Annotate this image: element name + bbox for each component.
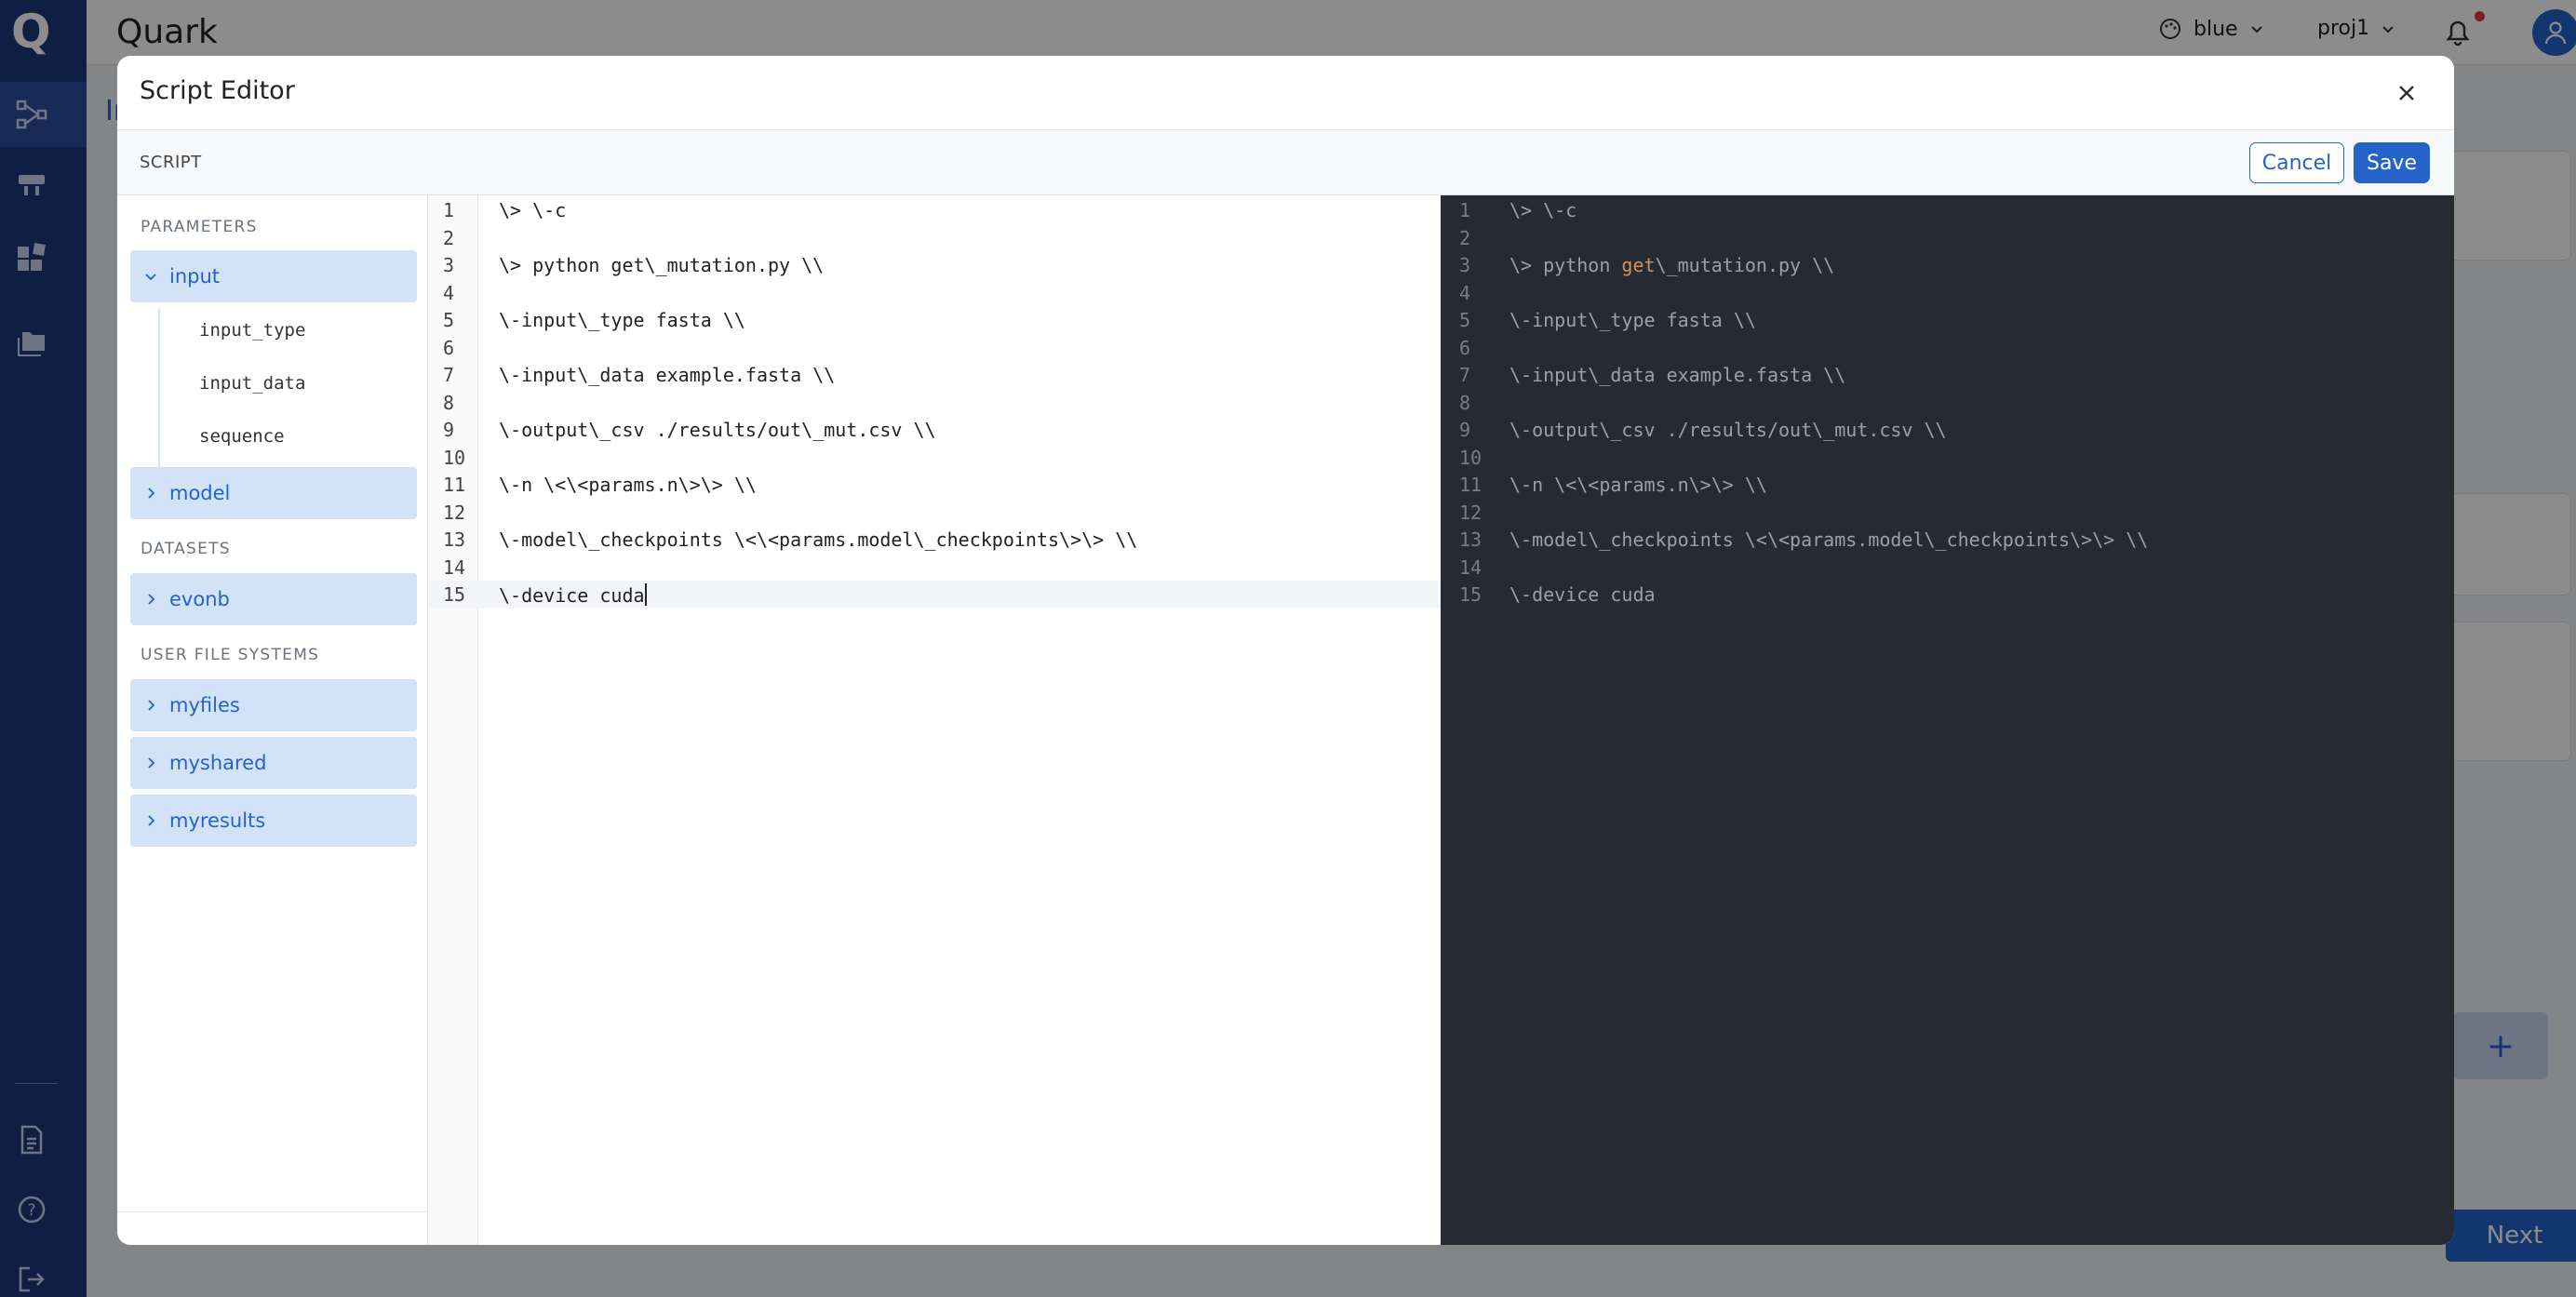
collapse-sidebar-button[interactable] <box>370 1243 398 1245</box>
line-number: 9 <box>443 419 455 441</box>
code-line[interactable]: \-input\_type fasta \\ <box>499 309 745 331</box>
line-number: 14 <box>443 555 466 579</box>
preview-line-number: 1 <box>1459 199 1471 221</box>
modal-title: Script Editor <box>140 76 295 105</box>
preview-line-number: 2 <box>1459 226 1471 249</box>
user-file-systems-section-label: USER FILE SYSTEMS <box>141 646 320 664</box>
script-preview: 1 \> \-c 2 3 \> python get\_mutation.py \\ 4 5… <box>1441 195 2454 1245</box>
preview-code-text: \_mutation.py \\ <box>1655 254 1835 276</box>
sidebar-footer-divider <box>117 1211 428 1212</box>
script-editor-modal: Script Editor SCRIPT Cancel Save PARAMET… <box>117 56 2454 1245</box>
preview-line-number: 6 <box>1459 336 1471 359</box>
datasets-section-label: DATASETS <box>141 540 231 558</box>
variables-sidebar: PARAMETERS input input_type input_data s… <box>117 195 428 1245</box>
code-line[interactable]: \> \-c <box>499 199 566 221</box>
preview-code-line: \-output\_csv ./results/out\_mut.csv \\ <box>1509 419 1947 441</box>
chevron-right-icon <box>143 755 158 770</box>
preview-line-number: 12 <box>1459 501 1483 524</box>
tree-guide-line <box>158 309 160 469</box>
tree-leaf-input-data[interactable]: input_data <box>199 373 305 394</box>
chevron-right-icon <box>143 592 158 607</box>
code-line[interactable]: \-model\_checkpoints \<\<params.model\_c… <box>499 528 1137 551</box>
tree-node-label: input <box>169 265 221 287</box>
preview-line-number: 7 <box>1459 364 1471 386</box>
preview-keyword: get <box>1621 254 1656 276</box>
line-number: 13 <box>443 528 466 551</box>
preview-line-number: 11 <box>1459 474 1483 496</box>
preview-line-number: 9 <box>1459 419 1471 441</box>
preview-line-number: 3 <box>1459 254 1471 276</box>
line-number: 1 <box>443 199 455 221</box>
line-number: 4 <box>443 281 455 304</box>
tree-node-myresults[interactable]: myresults <box>130 795 417 847</box>
code-line[interactable]: \-output\_csv ./results/out\_mut.csv \\ <box>499 419 936 441</box>
preview-line-number: 8 <box>1459 391 1471 414</box>
preview-line-number: 15 <box>1459 583 1483 606</box>
parameters-section-label: PARAMETERS <box>141 218 258 236</box>
preview-code-line: \-device cuda <box>1509 583 1656 606</box>
preview-line-number: 14 <box>1459 555 1483 579</box>
preview-line-number: 5 <box>1459 309 1471 331</box>
preview-code-line: \-n \<\<params.n\>\> \\ <box>1509 474 1767 496</box>
script-toolbar: SCRIPT Cancel Save <box>117 130 2454 195</box>
line-number: 3 <box>443 254 455 276</box>
tree-node-label: myresults <box>169 809 266 832</box>
code-line[interactable]: \-n \<\<params.n\>\> \\ <box>499 474 757 496</box>
tree-node-myshared[interactable]: myshared <box>130 737 417 789</box>
tree-leaf-sequence[interactable]: sequence <box>199 426 285 447</box>
line-number: 10 <box>443 446 466 469</box>
tree-node-label: model <box>169 482 231 504</box>
tree-node-label: myfiles <box>169 694 240 716</box>
cancel-button[interactable]: Cancel <box>2249 142 2344 183</box>
preview-code-line-highlighted: \> python get\_mutation.py \\ <box>1509 254 1834 276</box>
line-number: 8 <box>443 391 455 414</box>
preview-code-line: \-input\_type fasta \\ <box>1509 309 1756 331</box>
code-line[interactable]: \> python get\_mutation.py \\ <box>499 254 824 276</box>
modal-header: Script Editor <box>117 56 2454 130</box>
tree-node-evonb[interactable]: evonb <box>130 573 417 625</box>
chevron-right-icon <box>143 813 158 828</box>
text-caret <box>644 583 647 606</box>
preview-line-number: 4 <box>1459 281 1471 304</box>
preview-code-line: \-model\_checkpoints \<\<params.model\_c… <box>1509 528 2149 551</box>
preview-line-number: 10 <box>1459 446 1483 469</box>
chevron-right-icon <box>143 698 158 713</box>
tree-node-input[interactable]: input <box>130 250 417 302</box>
code-line[interactable]: \-input\_data example.fasta \\ <box>499 364 835 386</box>
save-button[interactable]: Save <box>2354 142 2430 183</box>
code-line[interactable]: \-device cuda <box>499 583 647 607</box>
preview-code-line: \> \-c <box>1509 199 1577 221</box>
line-number: 12 <box>443 501 466 524</box>
line-number: 15 <box>443 583 466 606</box>
line-number: 6 <box>443 336 455 359</box>
tree-leaf-input-type[interactable]: input_type <box>199 320 305 341</box>
line-number: 5 <box>443 309 455 331</box>
code-editor[interactable]: 1 \> \-c 2 3 \> python get\_mutation.py \\ 4 5… <box>428 195 1441 1245</box>
tree-node-myfiles[interactable]: myfiles <box>130 679 417 731</box>
line-number: 2 <box>443 226 455 249</box>
line-number: 7 <box>443 364 455 386</box>
line-number: 11 <box>443 474 466 496</box>
close-icon <box>2399 86 2414 100</box>
chevron-down-icon <box>143 269 158 284</box>
chevron-right-icon <box>143 486 158 501</box>
tree-node-model[interactable]: model <box>130 467 417 519</box>
preview-code-text: \> python <box>1509 254 1622 276</box>
preview-code-line: \-input\_data example.fasta \\ <box>1509 364 1846 386</box>
tree-node-label: myshared <box>169 752 267 774</box>
tree-node-label: evonb <box>169 588 230 610</box>
close-button[interactable] <box>2390 76 2423 110</box>
script-section-label: SCRIPT <box>140 153 202 172</box>
preview-line-number: 13 <box>1459 528 1483 551</box>
